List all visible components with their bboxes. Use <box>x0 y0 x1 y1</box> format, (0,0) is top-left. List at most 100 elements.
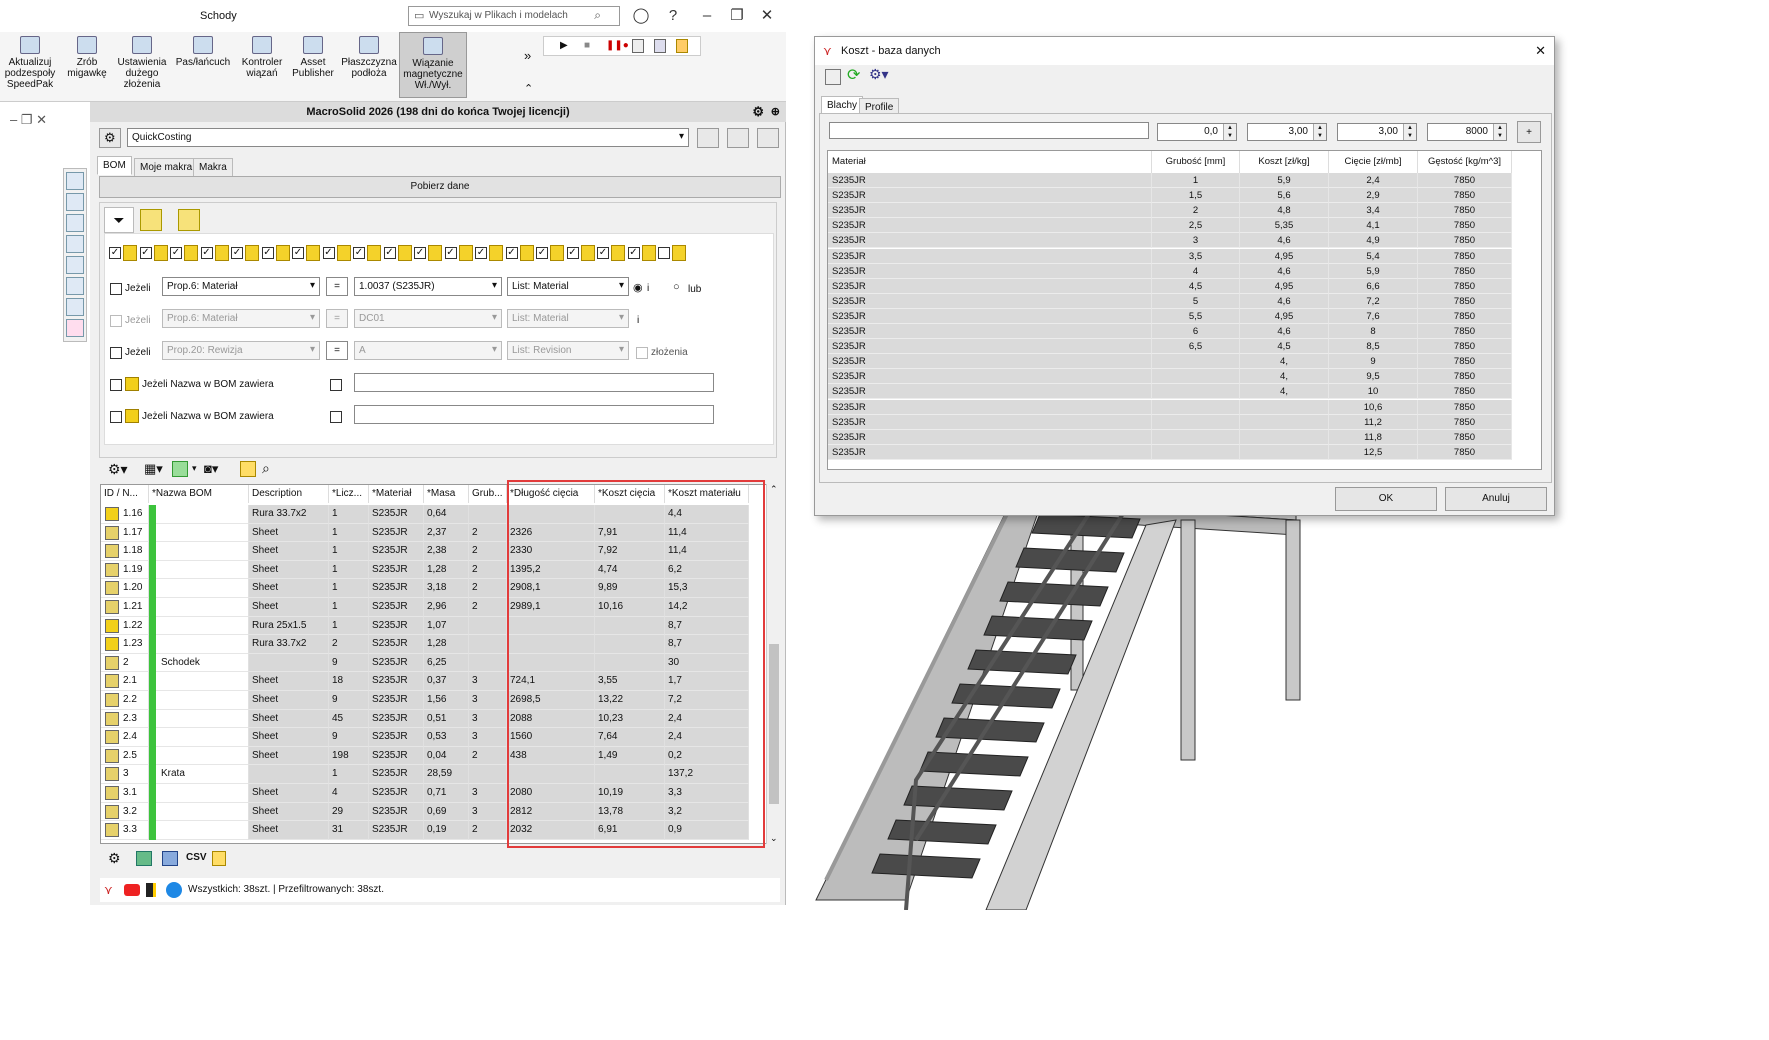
table-row[interactable]: 3.1 Sheet 4 S235JR 0,71 3 2080 10,19 3,3 <box>101 784 761 803</box>
column-header[interactable]: *Licz... <box>329 485 369 503</box>
magnetic-mate-button[interactable]: Wiązanie magnetyczne Wł./Wył. <box>399 32 467 98</box>
gear-icon[interactable]: ⚙▾ <box>869 66 889 83</box>
table-row[interactable]: 1.22 Rura 25x1.5 1 S235JR 1,07 8,7 <box>101 616 761 636</box>
camera-icon[interactable]: ◙▾ <box>204 461 218 477</box>
belt-chain-button[interactable]: Pas/łańcuch <box>172 36 234 68</box>
name-filter-2-input[interactable] <box>354 405 714 424</box>
filter-2-property[interactable]: Prop.6: Materiał ▾ <box>162 309 320 328</box>
filter-3-property[interactable]: Prop.20: Rewizja ▾ <box>162 341 320 360</box>
spinner-icon[interactable]: ▲ ▼ <box>1493 124 1506 140</box>
cost-kg-input[interactable]: 3,00 ▲ ▼ <box>1247 123 1327 141</box>
table-row[interactable]: S235JR 10,6 7850 <box>828 399 1528 415</box>
table-row[interactable]: 1.18 Sheet 1 S235JR 2,38 2 2330 7,92 11,4 <box>101 542 761 561</box>
ground-plane-button[interactable]: Płaszczyzna podłoża <box>340 36 398 79</box>
profile-action-3-button[interactable] <box>757 128 779 148</box>
collapse-ribbon-icon[interactable]: ⌃ <box>524 82 533 95</box>
table-row[interactable]: S235JR 3 4,6 4,9 7850 <box>828 233 1528 249</box>
type-filter-checkbox[interactable]: ✓ <box>292 247 304 259</box>
table-row[interactable]: S235JR 1,5 5,6 2,9 7850 <box>828 188 1528 204</box>
table-row[interactable]: 1.20 Sheet 1 S235JR 3,18 2 2908,1 9,89 15,3 <box>101 579 761 598</box>
cut-cost-input[interactable]: 3,00 ▲ ▼ <box>1337 123 1417 141</box>
table-row[interactable]: S235JR 11,8 7850 <box>828 429 1528 445</box>
name-filter-1-checkbox[interactable] <box>110 379 122 391</box>
home-icon[interactable] <box>66 172 84 190</box>
column-header[interactable]: Materiał <box>828 151 1152 173</box>
material-name-input[interactable] <box>829 122 1149 139</box>
column-header[interactable]: *Masa <box>424 485 469 503</box>
filter-icon[interactable]: ⏷ <box>104 207 134 233</box>
type-filter-checkbox[interactable]: ✓ <box>322 247 335 259</box>
export-tab-icon[interactable] <box>140 209 162 231</box>
filter-1-checkbox[interactable] <box>110 283 122 295</box>
type-filter-checkbox[interactable]: ✓ <box>139 247 152 259</box>
pane-restore-icon[interactable]: – ❐ ✕ <box>10 112 47 128</box>
macrosolid-icon[interactable] <box>66 319 84 337</box>
export-icon[interactable] <box>240 461 256 477</box>
filter-2-list[interactable]: List: Material ▾ <box>507 309 629 328</box>
type-filter-checkbox[interactable]: ✓ <box>261 247 274 259</box>
table-row[interactable]: 3.2 Sheet 29 S235JR 0,69 3 2812 13,78 3,2 <box>101 802 761 822</box>
type-filter-checkbox[interactable]: ✓ <box>170 247 182 259</box>
type-filter-checkbox[interactable]: ✓ <box>231 247 243 259</box>
account-icon[interactable]: ◯ <box>630 6 652 26</box>
type-filter-checkbox[interactable]: ✓ <box>536 247 548 259</box>
zoom-search-icon[interactable]: ⌕ <box>262 460 270 477</box>
youtube-icon[interactable] <box>124 884 140 896</box>
table-row[interactable]: 2.2 Sheet 9 S235JR 1,56 3 2698,5 13,22 7,2 <box>101 691 761 710</box>
table-row[interactable]: S235JR 2 4,8 3,4 7850 <box>828 203 1528 219</box>
mate-controller-button[interactable]: Kontroler wiązań <box>236 36 288 79</box>
filter-1-property[interactable]: Prop.6: Materiał ▾ <box>162 277 320 296</box>
ok-button[interactable]: OK <box>1335 487 1437 511</box>
pin-icon[interactable]: ⊕ <box>771 102 780 122</box>
filter-2-checkbox[interactable] <box>110 315 122 327</box>
custom-properties-icon[interactable] <box>66 277 84 295</box>
gear-icon[interactable]: ⚙▾ <box>108 461 128 478</box>
name-filter-1-input[interactable] <box>354 373 714 392</box>
csv-button[interactable]: CSV <box>186 852 207 863</box>
scrollbar-thumb[interactable] <box>769 644 779 804</box>
table-row[interactable]: S235JR 4, 9 7850 <box>828 354 1528 370</box>
filter-1-operator[interactable]: = <box>326 277 348 296</box>
profile-action-2-button[interactable] <box>727 128 749 148</box>
profile-action-1-button[interactable] <box>697 128 719 148</box>
column-header[interactable]: ID / N... <box>101 485 149 503</box>
column-header[interactable]: Koszt [zł/kg] <box>1240 151 1329 173</box>
copy-tab-icon[interactable] <box>178 209 200 231</box>
table-row[interactable]: S235JR 5 4,6 7,2 7850 <box>828 293 1528 309</box>
assembly-checkbox[interactable] <box>636 347 648 359</box>
type-filter-checkbox[interactable]: ✓ <box>505 247 518 259</box>
search-icon[interactable]: ⌕ <box>594 8 601 23</box>
tab-my-macros[interactable]: Moje makra <box>134 158 199 177</box>
spinner-icon[interactable]: ▲ ▼ <box>1313 124 1326 140</box>
table-row[interactable]: S235JR 5,5 4,95 7,6 7850 <box>828 308 1528 324</box>
table-row[interactable]: S235JR 4 4,6 5,9 7850 <box>828 263 1528 279</box>
type-filter-checkbox[interactable]: ✓ <box>444 247 457 259</box>
table-row[interactable]: 2 Schodek 9 S235JR 6,25 30 <box>101 653 761 673</box>
thickness-input[interactable]: 0,0 ▲ ▼ <box>1157 123 1237 141</box>
table-row[interactable]: S235JR 6 4,6 8 7850 <box>828 324 1528 339</box>
settings-gear-button[interactable]: ⚙ <box>99 128 121 148</box>
asset-publisher-button[interactable]: Asset Publisher <box>289 36 337 79</box>
type-filter-checkbox[interactable]: ✓ <box>566 247 579 259</box>
macrosolid-logo-icon[interactable]: ⋎ <box>104 878 113 902</box>
grid-scrollbar[interactable]: ⌃ ⌄ <box>766 484 780 844</box>
filter-3-value[interactable]: A ▾ <box>354 341 502 360</box>
column-header[interactable]: Grub... <box>469 485 507 503</box>
table-row[interactable]: 2.5 Sheet 198 S235JR 0,04 2 438 1,49 0,2 <box>101 746 761 766</box>
macro-new-icon[interactable] <box>632 39 644 53</box>
name-filter-2-checkbox[interactable] <box>110 411 122 423</box>
search-input[interactable]: ▭ Wyszukaj w Plikach i modelach ⌕ <box>408 6 620 26</box>
snapshot-button[interactable]: Zrób migawkę <box>62 36 112 79</box>
large-assembly-settings-button[interactable]: Ustawienia dużego złożenia <box>113 36 171 90</box>
column-header[interactable]: Gęstość [kg/m^3] <box>1418 151 1512 173</box>
table-row[interactable]: 1.23 Rura 33.7x2 2 S235JR 1,28 8,7 <box>101 635 761 654</box>
teamviewer-icon[interactable] <box>166 882 182 898</box>
type-filter-checkbox[interactable]: ✓ <box>200 247 213 259</box>
help-icon[interactable]: ? <box>662 6 684 26</box>
tab-macros[interactable]: Makra <box>193 158 233 177</box>
radio-and-selected[interactable]: ◉ <box>633 281 643 294</box>
scroll-up-icon[interactable]: ⌃ <box>770 484 778 495</box>
column-header[interactable]: *Materiał <box>369 485 424 503</box>
stop-icon[interactable]: ■ <box>584 40 590 51</box>
spinner-icon[interactable]: ▲ ▼ <box>1223 124 1236 140</box>
